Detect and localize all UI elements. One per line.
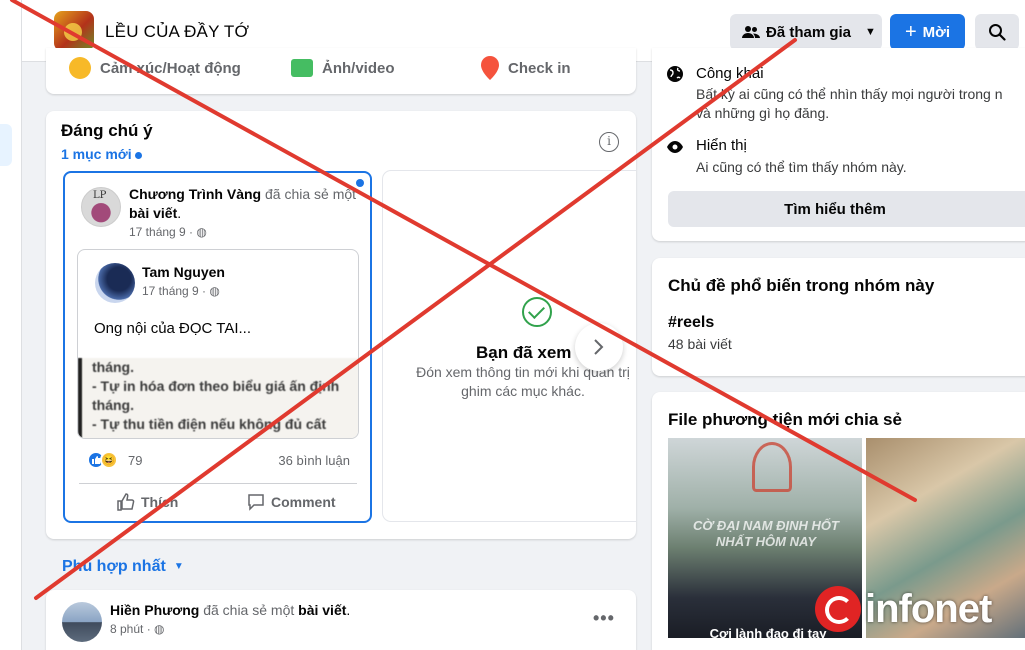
- photo-button[interactable]: Ảnh/video: [290, 56, 395, 80]
- avatar[interactable]: [81, 187, 121, 227]
- smiley-icon: [69, 57, 91, 79]
- seen-title: Bạn đã xem: [476, 343, 572, 362]
- group-avatar[interactable]: [54, 11, 94, 51]
- checkin-button[interactable]: Check in: [480, 56, 571, 80]
- feeling-button[interactable]: Cảm xúc/Hoạt động: [68, 56, 241, 80]
- plus-icon: +: [904, 21, 917, 43]
- image-line: tháng.: [92, 359, 134, 375]
- feeling-label: Cảm xúc/Hoạt động: [100, 59, 241, 77]
- new-count-label: 1 mục mới: [61, 146, 132, 162]
- shared-author[interactable]: Tam Nguyen: [142, 264, 225, 280]
- like-button[interactable]: Thích: [117, 493, 178, 511]
- visible-title: Hiển thị: [696, 137, 747, 154]
- learn-more-button[interactable]: Tìm hiểu thêm: [668, 191, 1025, 227]
- invite-label: Mời: [922, 23, 950, 41]
- next-button[interactable]: [575, 323, 623, 371]
- checkin-label: Check in: [508, 59, 571, 77]
- featured-section: Đáng chú ý 1 mục mới i Chương Trình Vàng…: [46, 111, 636, 539]
- image-line: - Tự thu tiền điện nếu không đủ cất: [92, 416, 327, 432]
- comment-count[interactable]: 36 bình luận: [278, 453, 350, 468]
- post-action: đã chia sẻ một: [264, 186, 357, 202]
- divider: [79, 483, 357, 484]
- globe-icon: [667, 66, 683, 82]
- reaction-count: 79: [128, 452, 143, 468]
- caret-down-icon: ▼: [173, 561, 184, 573]
- people-icon: [742, 26, 760, 38]
- left-rail: [0, 0, 22, 650]
- topics-title: Chủ đề phổ biến trong nhóm này: [668, 276, 935, 295]
- topic-tag[interactable]: #reels: [668, 314, 714, 332]
- popular-topics-card: Chủ đề phổ biến trong nhóm này #reels 48…: [652, 258, 1025, 376]
- infonet-logo-icon: [815, 586, 861, 632]
- info-icon[interactable]: i: [599, 132, 619, 152]
- feed-post: Hiền Phương đã chia sẻ một bài viết. 8 p…: [46, 590, 636, 650]
- sort-dropdown[interactable]: Phù hợp nhất ▼: [62, 558, 184, 576]
- location-pin-icon: [481, 56, 499, 80]
- invite-button[interactable]: + Mời: [890, 14, 965, 50]
- featured-new-count[interactable]: 1 mục mới: [61, 146, 142, 162]
- media-caption: CỜ ĐẠI NAM ĐỊNH HỐT NHẤT HÔM NAY: [693, 518, 839, 549]
- about-card: Công khai Bất kỳ ai cũng có thể nhìn thấ…: [652, 48, 1025, 241]
- chevron-right-icon: [594, 339, 604, 355]
- image-line: - Tự in hóa đơn theo biểu giá ấn định: [92, 378, 340, 394]
- image-line: tháng.: [92, 397, 134, 413]
- post-action: đã chia sẻ một: [203, 602, 295, 618]
- post-time[interactable]: 17 tháng 9 · ◍: [129, 225, 207, 239]
- infonet-watermark-logo: infonet: [815, 586, 992, 632]
- left-rail-selected[interactable]: [0, 124, 12, 166]
- post-time[interactable]: 8 phút · ◍: [110, 622, 165, 636]
- topic-post-count: 48 bài viết: [668, 336, 732, 352]
- public-title: Công khai: [696, 65, 764, 82]
- joined-button[interactable]: Đã tham gia ▼: [730, 14, 882, 50]
- post-time-label: 17 tháng 9 ·: [129, 225, 194, 239]
- more-icon[interactable]: •••: [593, 608, 615, 629]
- caret-down-icon: ▼: [865, 26, 876, 38]
- watermark-text: infonet: [865, 586, 992, 631]
- post-object-link[interactable]: bài viết: [129, 205, 177, 221]
- globe-icon: ◍: [209, 284, 220, 298]
- post-author[interactable]: Chương Trình Vàng: [129, 186, 261, 202]
- group-name[interactable]: LỀU CỦA ĐẦY TỚ: [105, 22, 249, 42]
- globe-icon: ◍: [196, 225, 207, 239]
- post-author[interactable]: Hiền Phương: [110, 602, 199, 618]
- unread-dot: [134, 151, 142, 159]
- search-button[interactable]: [975, 14, 1019, 50]
- featured-title: Đáng chú ý: [61, 121, 153, 140]
- like-label: Thích: [141, 494, 179, 510]
- search-icon: [989, 24, 1006, 41]
- visible-desc: Ai cũng có thể tìm thấy nhóm này.: [696, 159, 907, 175]
- media-title: File phương tiện mới chia sẻ: [668, 410, 902, 429]
- post-header: Hiền Phương đã chia sẻ một bài viết.: [110, 602, 351, 618]
- haha-reaction-icon: 😆: [100, 451, 118, 469]
- post-object-link[interactable]: bài viết: [298, 602, 346, 618]
- post-composer: Cảm xúc/Hoạt động Ảnh/video Check in: [46, 48, 636, 94]
- eye-icon: [667, 141, 683, 153]
- shared-time-label: 17 tháng 9 ·: [142, 284, 207, 298]
- shared-image[interactable]: tháng. - Tự in hóa đơn theo biểu giá ấn …: [78, 358, 358, 438]
- shared-post[interactable]: Tam Nguyen 17 tháng 9 · ◍ Ong nội của ĐỌ…: [77, 249, 359, 439]
- avatar[interactable]: [62, 602, 102, 642]
- avatar[interactable]: [95, 263, 135, 303]
- photo-label: Ảnh/video: [322, 59, 395, 77]
- featured-post-card[interactable]: Chương Trình Vàng đã chia sẻ một bài viế…: [63, 171, 372, 523]
- comment-label: Comment: [271, 494, 336, 510]
- post-time-label: 8 phút ·: [110, 622, 151, 636]
- globe-icon: ◍: [154, 622, 165, 636]
- shared-time: 17 tháng 9 · ◍: [142, 284, 220, 298]
- check-circle-icon: [522, 297, 552, 327]
- shared-text: Ong nội của ĐỌC TAI...: [94, 320, 252, 337]
- joined-label: Đã tham gia: [766, 23, 852, 41]
- ferris-wheel-shape: [752, 442, 792, 492]
- comment-button[interactable]: Comment: [247, 493, 336, 511]
- reactions[interactable]: 😆 79: [87, 451, 142, 469]
- learn-more-label: Tìm hiểu thêm: [784, 200, 886, 218]
- like-icon: [117, 493, 135, 511]
- photo-icon: [291, 59, 313, 77]
- public-desc-1: Bất kỳ ai cũng có thể nhìn thấy mọi ngườ…: [696, 86, 1003, 102]
- post-header: Chương Trình Vàng đã chia sẻ một bài viế…: [129, 186, 357, 221]
- public-desc-2: và những gì họ đăng.: [696, 105, 830, 121]
- comment-icon: [248, 494, 264, 511]
- sort-label: Phù hợp nhất: [62, 558, 166, 575]
